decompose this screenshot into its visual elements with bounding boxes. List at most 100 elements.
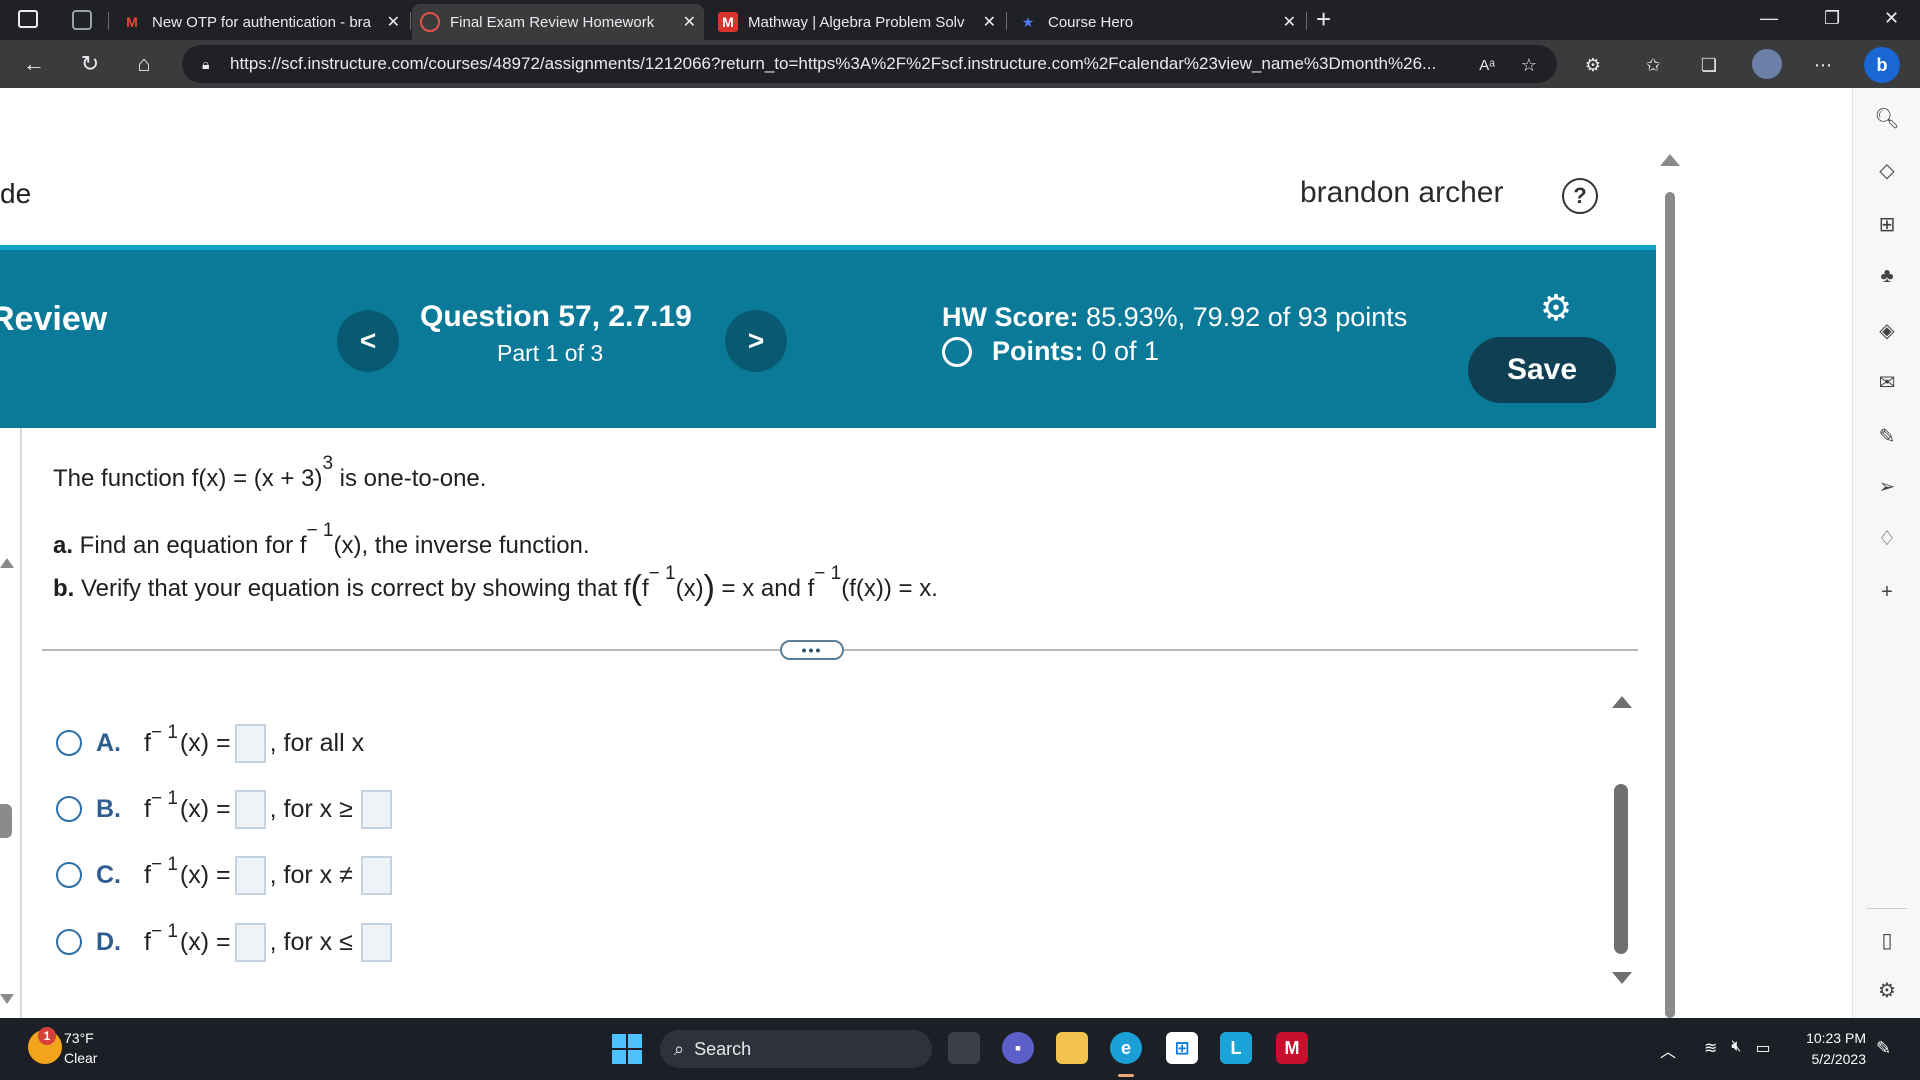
tab-gmail[interactable]: M New OTP for authentication - bra ✕ bbox=[118, 4, 408, 40]
minimize-button[interactable]: — bbox=[1760, 8, 1778, 29]
bing-chat-icon[interactable]: b bbox=[1864, 47, 1900, 83]
answer-input[interactable] bbox=[234, 789, 266, 829]
volume-muted-icon[interactable]: 🔇︎ bbox=[1731, 1038, 1741, 1062]
mcafee-icon[interactable]: M bbox=[1276, 1032, 1308, 1064]
refresh-button[interactable]: ↻ bbox=[76, 50, 104, 78]
extensions-icon[interactable]: ⚙ bbox=[1580, 52, 1606, 78]
workspaces-icon[interactable] bbox=[72, 10, 92, 30]
tab-mathway[interactable]: M Mathway | Algebra Problem Solv ✕ bbox=[714, 4, 1004, 40]
hide-sidebar-icon[interactable]: ▯ bbox=[1873, 926, 1901, 954]
file-explorer-icon[interactable] bbox=[1056, 1032, 1088, 1064]
tab-final-exam[interactable]: Final Exam Review Homework ✕ bbox=[412, 4, 704, 40]
copilot-icon[interactable]: ♢ bbox=[1873, 524, 1901, 552]
address-bar[interactable]: 🔒︎ https://scf.instructure.com/courses/4… bbox=[182, 45, 1557, 83]
page-scrollbar-thumb[interactable] bbox=[1665, 192, 1675, 1018]
close-tab-icon[interactable]: ✕ bbox=[1283, 12, 1296, 32]
new-tab-button[interactable]: + bbox=[1316, 4, 1331, 35]
hw-score: HW Score: 85.93%, 79.92 of 93 points bbox=[942, 302, 1407, 333]
battery-icon[interactable]: ▭ bbox=[1756, 1038, 1771, 1062]
collections-icon[interactable]: ❏ bbox=[1696, 52, 1722, 78]
sidebar-settings-icon[interactable]: ⚙ bbox=[1873, 976, 1901, 1004]
tab-title: Final Exam Review Homework bbox=[450, 13, 655, 31]
choice-c[interactable]: C. f − 1 (x) = , for x ≠ bbox=[56, 854, 396, 895]
clock-date[interactable]: 5/2/2023 bbox=[1804, 1051, 1867, 1067]
choice-condition: , for x ≠ bbox=[269, 860, 353, 889]
choice-letter: D. bbox=[96, 927, 121, 956]
choice-a[interactable]: A. f − 1 (x) = , for all x bbox=[56, 722, 364, 763]
back-button[interactable]: ← bbox=[20, 50, 48, 78]
taskbar-search[interactable]: ⌕ Search bbox=[660, 1030, 932, 1068]
restore-button[interactable]: ❐ bbox=[1824, 8, 1840, 29]
edge-browser-icon[interactable]: e bbox=[1110, 1032, 1142, 1064]
favorites-icon[interactable]: ✩ bbox=[1640, 52, 1666, 78]
show-hidden-icons-chevron-icon[interactable]: ︿ bbox=[1660, 1038, 1676, 1062]
microsoft-store-icon[interactable]: ⊞ bbox=[1166, 1032, 1198, 1064]
office-icon[interactable]: ◈ bbox=[1873, 316, 1901, 344]
scroll-up-arrow[interactable] bbox=[1660, 154, 1680, 166]
weather-condition[interactable]: Clear bbox=[64, 1050, 97, 1066]
left-scroll-thumb[interactable] bbox=[0, 804, 12, 838]
games-icon[interactable]: ♣ bbox=[1873, 262, 1901, 290]
notification-icon[interactable]: ✎ bbox=[1876, 1038, 1891, 1059]
domain-input[interactable] bbox=[360, 922, 392, 962]
system-tray: ︿ ≋ 🔇︎ ▭ bbox=[1660, 1038, 1771, 1062]
choice-letter: A. bbox=[96, 728, 121, 757]
choice-d[interactable]: D. f − 1 (x) = , for x ≤ bbox=[56, 921, 396, 962]
inner-scrollbar-thumb[interactable] bbox=[1614, 784, 1628, 954]
add-sidebar-app-icon[interactable]: + bbox=[1873, 578, 1901, 606]
help-icon[interactable]: ? bbox=[1562, 178, 1598, 214]
teams-chat-icon[interactable]: ▪ bbox=[1002, 1032, 1034, 1064]
add-favorite-icon[interactable]: ☆ bbox=[1516, 52, 1542, 78]
points-status: Points: 0 of 1 bbox=[942, 336, 1159, 367]
user-name[interactable]: brandon archer bbox=[1300, 176, 1503, 210]
start-button[interactable] bbox=[612, 1034, 642, 1064]
active-app-indicator bbox=[1118, 1074, 1134, 1077]
drop-icon[interactable]: ✎ bbox=[1873, 422, 1901, 450]
tools-icon[interactable]: ⊞ bbox=[1873, 210, 1901, 238]
lockdown-browser-icon[interactable]: L bbox=[1220, 1032, 1252, 1064]
home-button[interactable]: ⌂ bbox=[130, 50, 158, 78]
close-tab-icon[interactable]: ✕ bbox=[387, 12, 400, 32]
sidebar-divider bbox=[1867, 908, 1907, 909]
radio-button[interactable] bbox=[56, 929, 82, 955]
choice-b[interactable]: B. f − 1 (x) = , for x ≥ bbox=[56, 788, 396, 829]
settings-gear-icon[interactable]: ⚙ bbox=[1536, 287, 1576, 328]
outlook-icon[interactable]: ✉ bbox=[1873, 368, 1901, 396]
more-menu-icon[interactable]: ⋯ bbox=[1810, 52, 1836, 78]
answer-input[interactable] bbox=[234, 723, 266, 763]
next-question-button[interactable]: > bbox=[725, 310, 787, 372]
radio-button[interactable] bbox=[56, 862, 82, 888]
radio-button[interactable] bbox=[56, 796, 82, 822]
inner-scroll-down-arrow[interactable] bbox=[1612, 972, 1632, 984]
previous-question-button[interactable]: < bbox=[337, 310, 399, 372]
close-window-button[interactable]: ✕ bbox=[1884, 8, 1899, 29]
points-label: Points: bbox=[992, 336, 1084, 366]
close-tab-icon[interactable]: ✕ bbox=[983, 12, 996, 32]
shopping-tag-icon[interactable]: ◇ bbox=[1873, 156, 1901, 184]
points-value: 0 of 1 bbox=[1091, 336, 1160, 366]
left-collapse-arrow-down[interactable] bbox=[0, 994, 14, 1004]
close-tab-icon[interactable]: ✕ bbox=[683, 12, 696, 32]
answer-input[interactable] bbox=[234, 855, 266, 895]
question-part: Part 1 of 3 bbox=[497, 340, 604, 366]
inner-scroll-up-arrow[interactable] bbox=[1612, 696, 1632, 708]
profile-avatar[interactable] bbox=[1752, 49, 1782, 79]
tab-actions-icon[interactable] bbox=[18, 10, 38, 28]
task-view-icon[interactable] bbox=[948, 1032, 980, 1064]
radio-button[interactable] bbox=[56, 730, 82, 756]
read-aloud-icon[interactable]: Aᵃ bbox=[1474, 52, 1500, 78]
wifi-icon[interactable]: ≋ bbox=[1704, 1038, 1717, 1062]
domain-input[interactable] bbox=[360, 789, 392, 829]
send-icon[interactable]: ➢ bbox=[1873, 472, 1901, 500]
search-icon[interactable]: 🔍︎ bbox=[1873, 104, 1901, 132]
left-collapse-arrow-up[interactable] bbox=[0, 558, 14, 568]
tab-course-hero[interactable]: ★ Course Hero ✕ bbox=[1014, 4, 1304, 40]
weather-temperature[interactable]: 73°F bbox=[64, 1030, 94, 1046]
answer-input[interactable] bbox=[234, 922, 266, 962]
save-button[interactable]: Save bbox=[1468, 337, 1616, 403]
domain-input[interactable] bbox=[360, 855, 392, 895]
expand-more-button[interactable]: ••• bbox=[780, 640, 844, 660]
clock-time[interactable]: 10:23 PM bbox=[1804, 1030, 1866, 1046]
tab-title: New OTP for authentication - bra bbox=[152, 13, 371, 31]
question-header: Review < Question 57, 2.7.19 Part 1 of 3… bbox=[0, 245, 1656, 428]
